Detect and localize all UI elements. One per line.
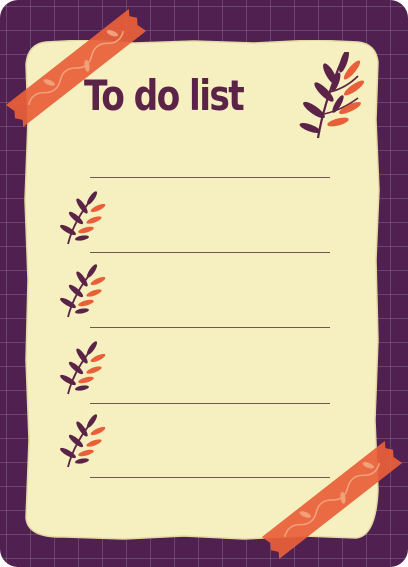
divider-line — [90, 252, 330, 253]
tape-bottom-right — [261, 440, 403, 560]
task-row[interactable] — [56, 263, 356, 323]
divider-line — [90, 177, 330, 178]
leaf-sprig-icon — [60, 341, 106, 395]
leaf-sprig-icon — [60, 264, 106, 318]
tape-top-left — [5, 8, 147, 128]
leaf-sprig-icon — [299, 52, 364, 139]
leaf-sprig-icon — [60, 191, 106, 245]
task-row[interactable] — [56, 340, 356, 400]
task-row[interactable] — [56, 190, 356, 250]
leaf-sprig-icon — [60, 414, 106, 468]
divider-line — [90, 403, 330, 404]
divider-line — [90, 327, 330, 328]
